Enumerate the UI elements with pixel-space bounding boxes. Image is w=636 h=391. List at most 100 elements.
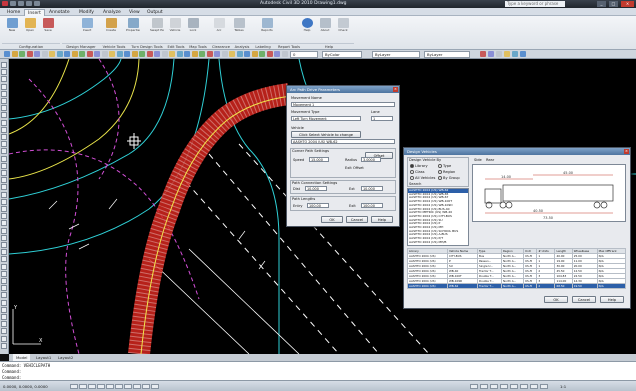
radio-by-group[interactable] (438, 176, 442, 180)
dist-field[interactable]: 10.000 (305, 186, 327, 191)
draw-tool-icon[interactable] (1, 328, 7, 335)
search-input[interactable]: Type a keyword or phrase (505, 1, 565, 7)
status-toggle-button[interactable] (88, 384, 96, 389)
toolbar-tool-icon[interactable] (86, 51, 93, 57)
toolbar-tool-icon[interactable] (214, 51, 220, 57)
ribbon-open-button[interactable]: Open (23, 18, 37, 37)
toolbar-tool-icon[interactable] (19, 51, 25, 57)
draw-tool-icon[interactable] (1, 249, 7, 256)
toolbar-tool-icon[interactable] (49, 51, 55, 57)
select-vehicle-button[interactable]: Click Select Vehicle to change (291, 131, 361, 138)
toolbar-tool-icon[interactable] (41, 51, 48, 57)
status-tool-button[interactable] (470, 384, 478, 389)
vehicle-list-item[interactable]: AASHTO 2004 (US) MH/B (408, 240, 468, 245)
status-toggle-button[interactable] (79, 384, 87, 389)
draw-tool-icon[interactable] (1, 134, 7, 140)
color-combo[interactable]: ByColor (322, 51, 362, 58)
status-tool-button[interactable] (510, 384, 518, 389)
command-line[interactable]: Command: VEHICLEPATH Command: Command: (0, 361, 636, 380)
toolbar-tool-icon[interactable] (229, 51, 235, 57)
draw-tool-icon[interactable] (1, 256, 7, 263)
minimize-button[interactable]: _ (597, 1, 606, 7)
draw-tool-icon[interactable] (1, 321, 7, 328)
draw-tool-icon[interactable] (1, 105, 7, 112)
ribbon-properties-button[interactable]: Properties (126, 18, 140, 37)
draw-tool-icon[interactable] (1, 299, 7, 306)
toolbar-tool-icon[interactable] (184, 51, 190, 57)
tab-rear[interactable]: Rear (486, 158, 494, 162)
tab-side[interactable]: Side (474, 158, 482, 162)
toolbar-tool-icon[interactable] (56, 51, 63, 57)
draw-tool-icon[interactable] (1, 342, 7, 349)
radio-region[interactable] (438, 170, 442, 174)
draw-tool-icon[interactable] (1, 213, 7, 220)
draw-tool-icon[interactable] (1, 69, 7, 76)
draw-tool-icon[interactable] (1, 270, 7, 277)
draw-tool-icon[interactable] (1, 263, 7, 270)
toolbar-tool-icon[interactable] (221, 51, 228, 57)
vehicle-list[interactable]: AASHTO 2004 (US) WB-62 AASHTO 2004 (US) W… (407, 188, 469, 246)
toolbar-tool-icon[interactable] (124, 51, 130, 57)
toolbar-tool-icon[interactable] (109, 51, 115, 57)
toolbar-tool-icon[interactable] (488, 51, 494, 57)
cancel-button[interactable]: Cancel (572, 296, 596, 303)
annotation-scale[interactable]: 1:1 (560, 384, 566, 389)
status-toggle-button[interactable] (133, 384, 141, 389)
toolbar-tool-icon[interactable] (154, 51, 160, 57)
draw-tool-icon[interactable] (1, 206, 7, 212)
toolbar-tool-icon[interactable] (11, 51, 18, 57)
status-toggle-button[interactable] (115, 384, 123, 389)
toolbar-tool-icon[interactable] (251, 51, 258, 57)
ribbon-swept-path-button[interactable]: Swept Path (150, 18, 164, 37)
toolbar-tool-icon[interactable] (34, 51, 40, 57)
help-button[interactable]: Help (600, 296, 624, 303)
toolbar-tool-icon[interactable] (266, 51, 273, 57)
table-row[interactable]: AASHTO 2004 (US) WB-62 Tractor T... North A… (407, 283, 627, 289)
toolbar-tool-icon[interactable] (94, 51, 100, 57)
draw-tool-icon[interactable] (1, 227, 7, 234)
radio-library[interactable] (410, 164, 414, 168)
ext-field[interactable]: 10.000 (361, 186, 383, 191)
help-button[interactable]: Help (371, 216, 393, 223)
tab-analyze[interactable]: Analyze (100, 9, 124, 16)
draw-tool-icon[interactable] (1, 141, 7, 148)
tab-model[interactable]: Model (13, 354, 31, 361)
quick-new-icon[interactable] (10, 1, 16, 6)
status-tool-button[interactable] (490, 384, 498, 389)
status-toggle-button[interactable] (97, 384, 105, 389)
cancel-button[interactable]: Cancel (346, 216, 368, 223)
quick-save-icon[interactable] (26, 1, 32, 6)
quick-undo-icon[interactable] (34, 1, 40, 6)
radio-all-vehicles[interactable] (410, 176, 414, 180)
status-toggle-button[interactable] (142, 384, 150, 389)
toolbar-tool-icon[interactable] (101, 51, 108, 57)
toolbar-tool-icon[interactable] (480, 51, 486, 57)
status-toggle-button[interactable] (151, 384, 159, 389)
draw-tool-icon[interactable] (1, 285, 7, 292)
movement-name-field[interactable]: Movement 1 (291, 102, 395, 107)
ribbon-lock-button[interactable]: Lock (186, 18, 200, 37)
vehicle-table[interactable]: Library Vehicle Name Type Region Unit # Units… (407, 248, 627, 289)
draw-tool-icon[interactable] (1, 242, 7, 248)
ok-button[interactable]: OK (544, 296, 568, 303)
draw-tool-icon[interactable] (1, 76, 7, 83)
status-toggle-button[interactable] (124, 384, 132, 389)
radius-field[interactable]: 3.0000 (361, 157, 381, 162)
status-tool-button[interactable] (480, 384, 488, 389)
draw-tool-icon[interactable] (1, 126, 7, 133)
speed-field[interactable]: 15.000 (309, 157, 329, 162)
toolbar-tool-icon[interactable] (176, 51, 183, 57)
close-button[interactable]: × (621, 1, 634, 7)
lineweight-combo[interactable]: ByLayer (424, 51, 470, 58)
draw-tool-icon[interactable] (1, 162, 7, 169)
toolbar-tool-icon[interactable] (199, 51, 205, 57)
dialog-close-button[interactable]: × (624, 149, 629, 154)
quick-open-icon[interactable] (18, 1, 24, 6)
toolbar-tool-icon[interactable] (520, 51, 526, 57)
toolbar-tool-icon[interactable] (512, 51, 518, 57)
layer-combo[interactable]: 0 (290, 51, 318, 58)
drawing-canvas[interactable]: Y X Arc Path Drive Parameters × Movement… (9, 59, 636, 354)
toolbar-tool-icon[interactable] (131, 51, 138, 57)
draw-tool-icon[interactable] (1, 184, 7, 191)
toolbar-tool-icon[interactable] (206, 51, 213, 57)
